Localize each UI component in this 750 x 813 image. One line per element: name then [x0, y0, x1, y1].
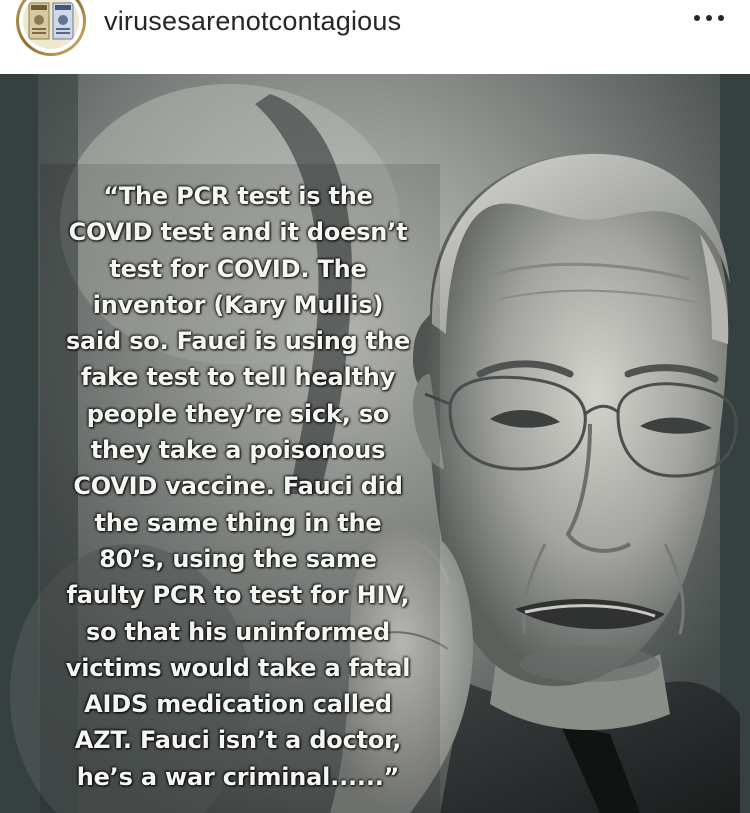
quote-line: so that his uninformed	[86, 617, 390, 646]
quote-line: people they’re sick, so	[86, 399, 390, 428]
post-username[interactable]: virusesarenotcontagious	[104, 4, 401, 38]
post-header: virusesarenotcontagious	[0, 0, 750, 72]
more-horizontal-icon[interactable]	[691, 6, 727, 30]
quote-line: AIDS medication called	[84, 690, 392, 719]
quote-line: faulty PCR to test for HIV,	[66, 581, 410, 610]
quote-line: victims would take a fatal	[65, 653, 411, 682]
quote-line: AZT. Fauci isn’t a doctor,	[74, 726, 402, 755]
post-image: “The PCR test is the COVID test and it d…	[0, 74, 750, 813]
quote-line: COVID vaccine. Fauci did	[73, 472, 403, 501]
quote-line: the same thing in the	[94, 508, 382, 537]
quote-text: “The PCR test is the COVID test and it d…	[50, 178, 426, 795]
quote-line: said so. Fauci is using the	[65, 327, 411, 356]
quote-line: COVID test and it doesn’t	[68, 218, 408, 247]
profile-avatar[interactable]	[16, 0, 86, 56]
quote-line: “The PCR test is the	[103, 182, 373, 210]
quote-line: test for COVID. The	[109, 254, 367, 283]
quote-line: they take a poisonous	[90, 436, 386, 465]
quote-line: he’s a war criminal......”	[76, 762, 400, 791]
quote-line: inventor (Kary Mullis)	[92, 290, 384, 319]
quote-line: fake test to tell healthy	[80, 363, 396, 392]
quote-line: 80’s, using the same	[99, 544, 377, 573]
